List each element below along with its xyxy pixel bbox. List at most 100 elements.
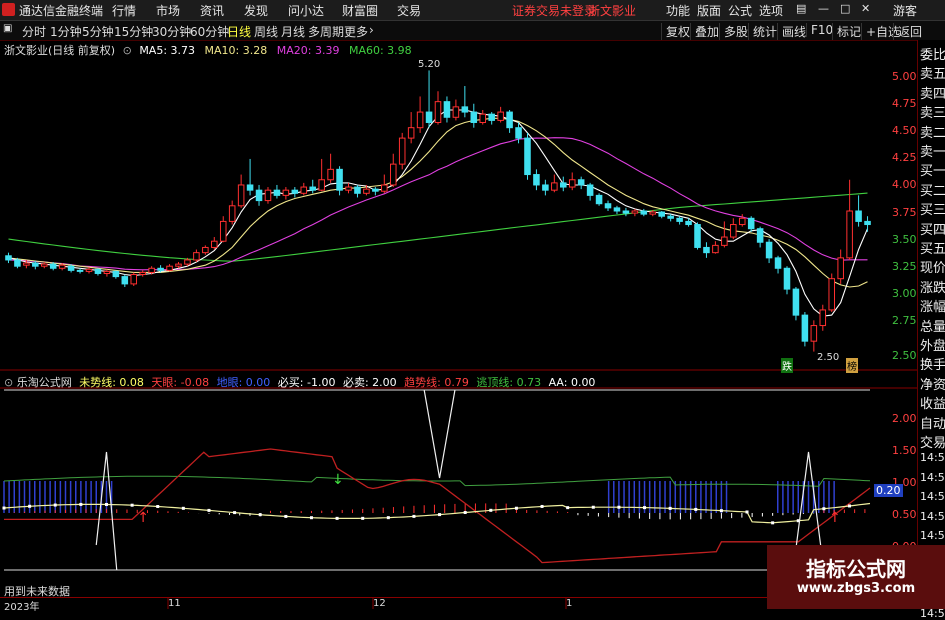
candle-body [524,137,531,176]
watermark-logo: 指标公式网 www.zbgs3.com [767,545,945,609]
time-tick: 1 [566,598,573,609]
candle-body [667,215,674,219]
candle-body [345,186,352,191]
indicator-header: ⊙ 乐淘公式网 未势线: 0.08 天眼: -0.08 地眼: 0.00 必买:… [4,374,595,390]
future-trend-dot [28,504,32,508]
candle-body [300,186,308,194]
quote-panel-item[interactable]: 14:56 [920,490,945,503]
indicator-label: AA: 0.00 [548,376,596,389]
quote-panel-item[interactable]: 自动 [920,413,945,432]
indicator-label: 天眼: -0.08 [151,376,210,389]
candle-body [363,188,370,194]
quote-panel-item[interactable]: 净资 [920,374,945,393]
candle-body [452,106,460,118]
quote-panel-item[interactable]: 现价 [920,257,945,276]
quote-panel-item[interactable]: 卖五 [920,63,945,82]
candle-body [193,252,200,261]
future-trend-dot [258,513,262,517]
candle-body [130,274,138,285]
candle-body [533,174,540,186]
candle-body [211,240,218,248]
future-trend-dot [412,514,416,518]
kline-chart[interactable]: ↓ ↑ ↑ [0,0,917,609]
future-trend-dot [540,504,544,508]
quote-panel-item[interactable]: 14:56 [920,529,945,542]
dropdown-icon[interactable]: ⊙ [4,376,13,389]
future-trend-dot [719,509,723,513]
quote-panel-item[interactable]: 换手 [920,354,945,373]
time-tick: 11 [168,598,181,609]
quote-panel-item[interactable]: 买二 [920,180,945,199]
quote-panel-item[interactable]: 收益 [920,393,945,412]
high-price-label: 5.20 [418,59,441,70]
quote-panel-item[interactable]: 买五 [920,238,945,257]
candle-body [309,186,316,191]
candle-body [354,186,361,194]
candle-body [640,210,648,215]
future-trend-dot [771,521,775,525]
candle-body [318,179,325,191]
candle-body [801,314,809,342]
quote-panel-item[interactable]: 外盘 [920,335,945,354]
candle-body [32,262,39,267]
quote-panel-item[interactable]: 总量 [920,316,945,335]
indicator-name[interactable]: 乐淘公式网 [17,376,72,389]
candle-body [694,224,701,248]
quote-panel-item[interactable]: 委比 [920,44,945,63]
rank-tag[interactable]: 榜 [846,358,858,373]
indicator-tick: 0.50 [892,508,917,521]
candle-body [219,220,227,242]
candle-body [542,184,549,191]
buy-arrow-icon: ↑ [829,510,841,526]
quote-panel-item[interactable]: 涨幅 [920,296,945,315]
candle-body [327,168,334,181]
ma5-label: MA5: 3.73 [139,44,196,57]
down-tag[interactable]: 跌 [781,358,793,373]
future-trend-dot [335,516,339,520]
candle-body [103,270,111,274]
quote-panel-item[interactable]: 卖三 [920,102,945,121]
candle-body [703,246,710,254]
quote-panel-item[interactable]: 卖四 [920,83,945,102]
price-tick: 4.75 [892,97,917,110]
quote-panel-item[interactable]: 买三 [920,199,945,218]
future-trend-dot [156,505,160,509]
quote-panel-item[interactable]: 涨跌 [920,277,945,296]
candle-body [658,211,665,217]
candle-body [184,259,191,265]
candle-body [67,265,75,271]
candle-body [407,127,415,139]
price-tick: 5.00 [892,70,917,83]
candle-body [425,111,433,123]
ma20-line [8,137,868,271]
ma10-label: MA10: 3.28 [204,44,268,57]
dropdown-icon[interactable]: ⊙ [123,44,132,57]
chart-title: 浙文影业(日线 前复权) [4,44,116,57]
future-trend-dot [617,505,621,509]
future-trend-dot [284,514,288,518]
indicator-label: 必卖: 2.00 [342,376,397,389]
candle-body [738,217,746,226]
future-trend-dot [207,508,211,512]
quote-panel-item[interactable]: 买一 [920,160,945,179]
candle-body [202,246,209,254]
quote-panel-item[interactable]: 14:56 [920,451,945,464]
candle-body [622,210,630,214]
future-trend-dot [53,503,57,507]
quote-panel-item[interactable]: 14:56 [920,471,945,484]
quote-panel-item[interactable]: 卖一 [920,141,945,160]
sell-arrow-icon: ↓ [332,472,344,488]
future-trend-dot [438,513,442,517]
candle-body [23,262,30,266]
quote-panel-item[interactable]: 交易 [920,432,945,451]
candle-body [586,184,594,196]
candle-body [389,163,397,186]
quote-panel-item[interactable]: 买四 [920,219,945,238]
candle-body [398,137,406,165]
watermark-title: 指标公式网 [806,557,906,581]
quote-panel-item[interactable]: 卖二 [920,122,945,141]
indicator-tick: 1.50 [892,444,917,457]
future-trend-dot [643,506,647,510]
quote-panel-item[interactable]: 14:56 [920,510,945,523]
candle-body [846,210,853,259]
